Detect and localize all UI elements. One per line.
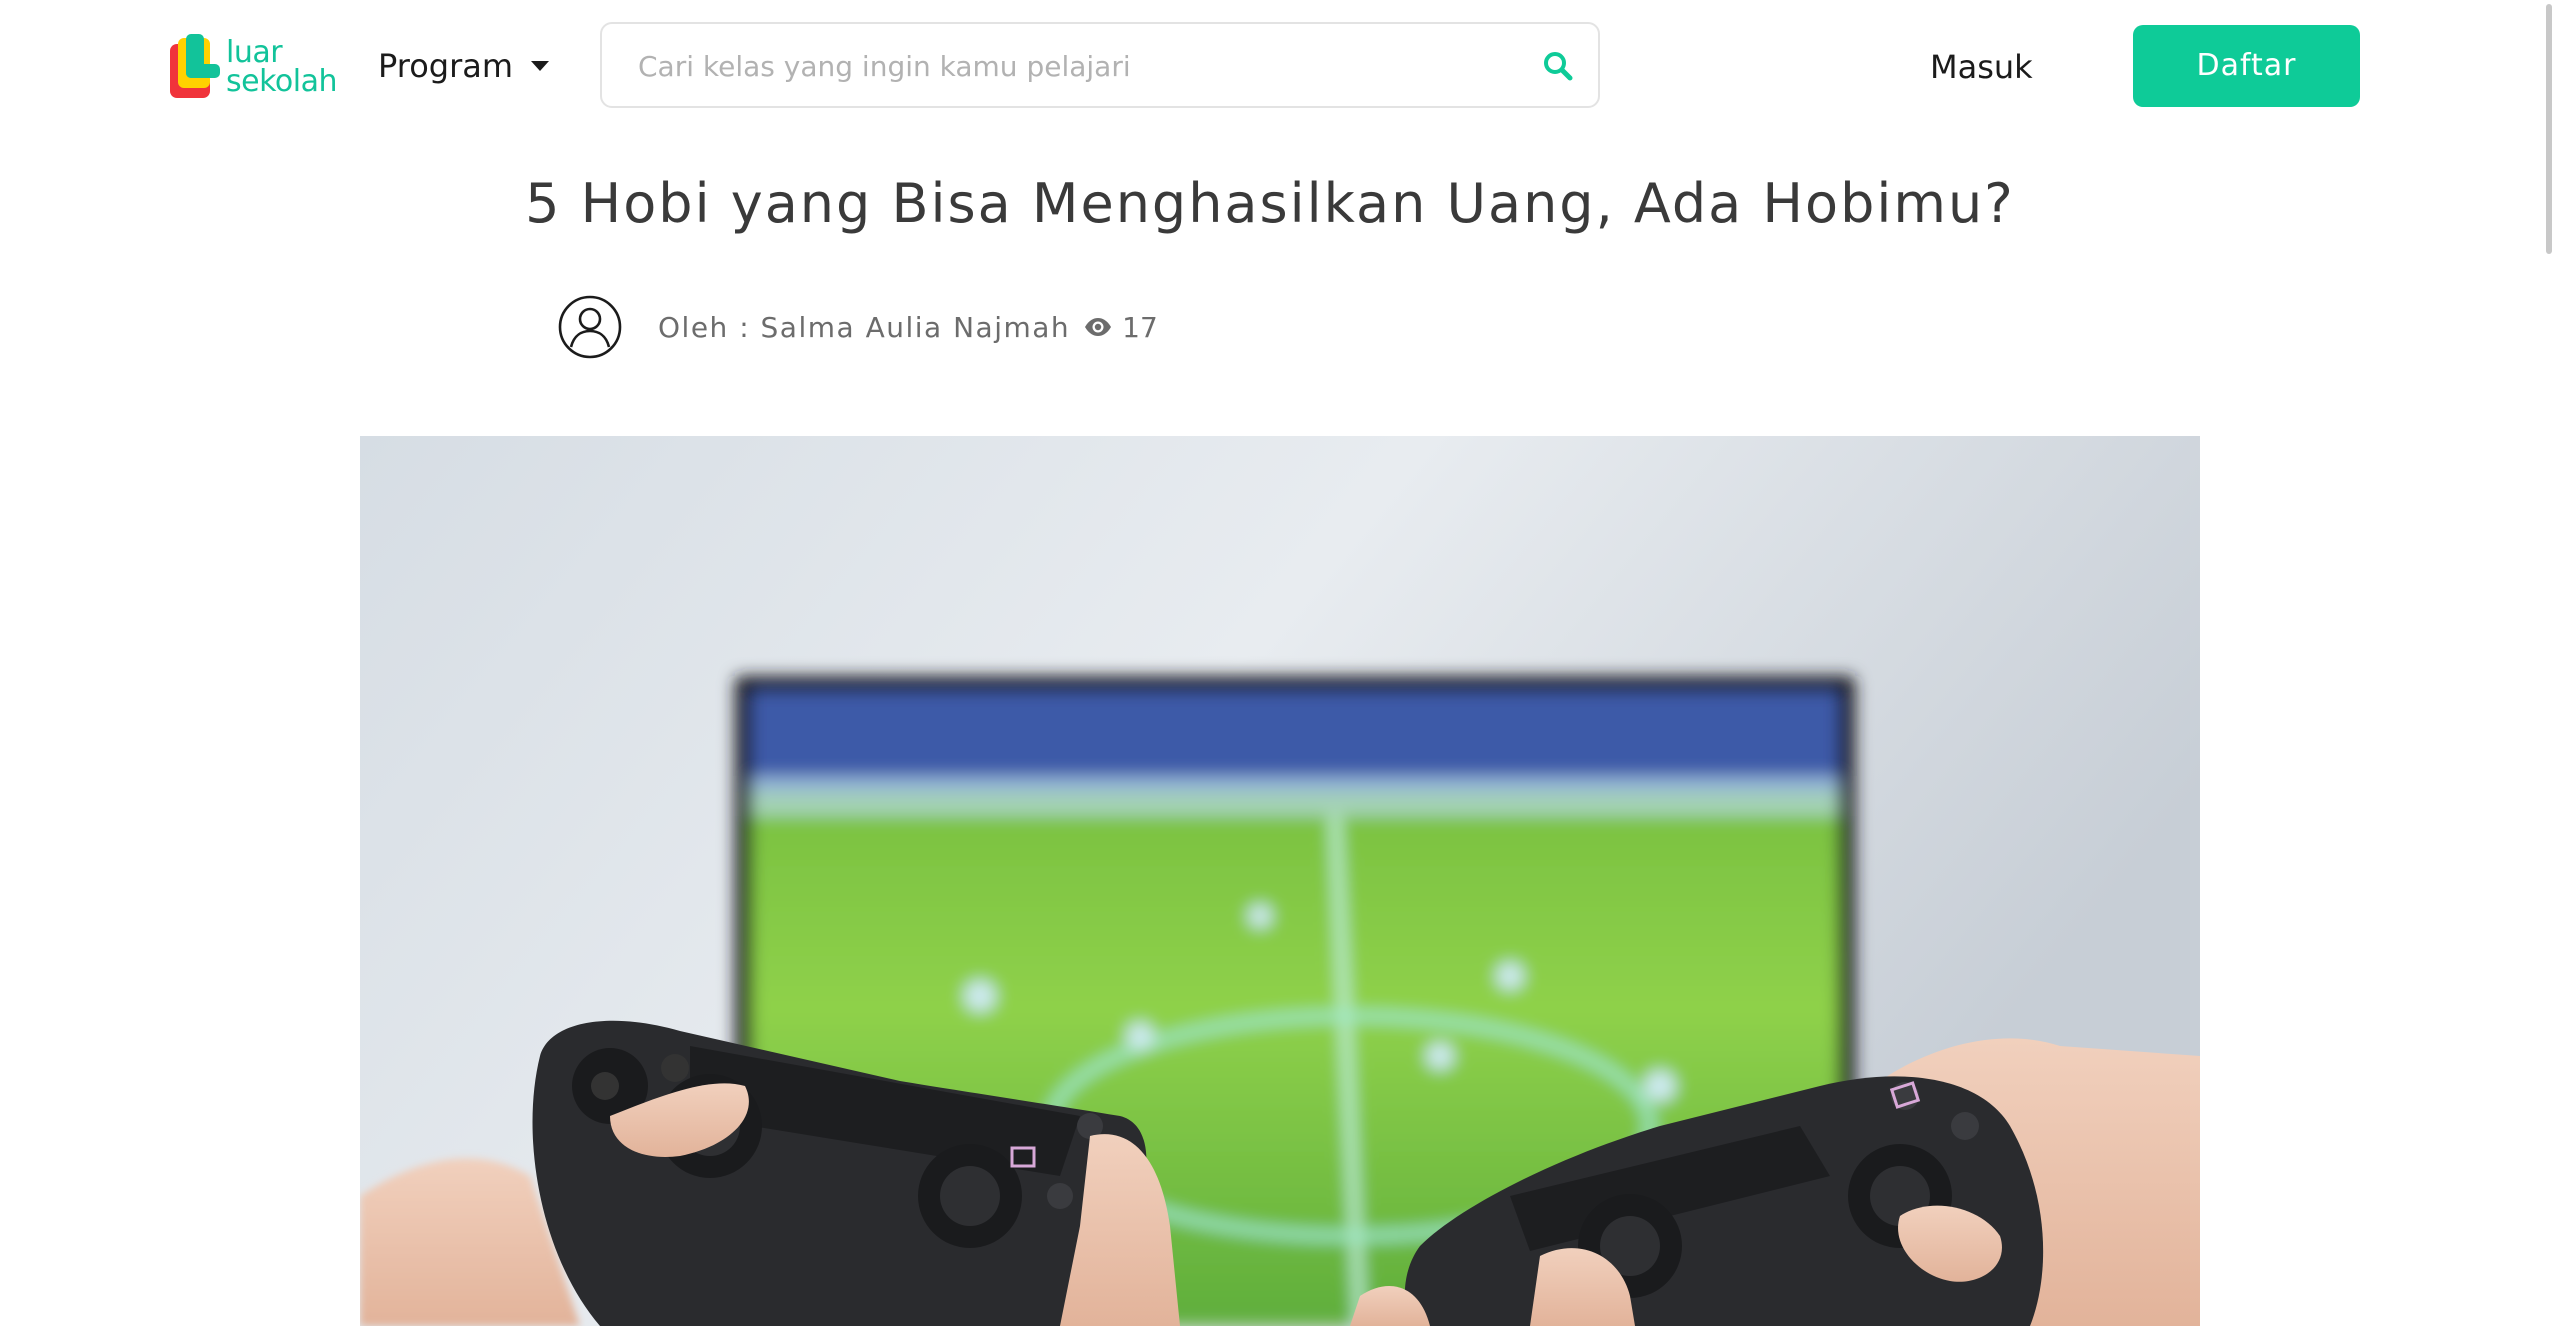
register-button[interactable]: Daftar [2133,25,2360,107]
author-name: Oleh : Salma Aulia Najmah [658,310,1071,344]
page: luar sekolah Program Masuk Daftar 5 Hobi… [0,0,2560,1326]
scrollbar-thumb[interactable] [2546,4,2552,254]
search-icon[interactable] [1542,50,1574,82]
login-link[interactable]: Masuk [1930,44,2033,90]
logo[interactable]: luar sekolah [170,34,337,98]
search-input[interactable] [636,40,1500,92]
user-circle-icon [558,295,622,359]
logo-mark-icon [170,34,220,98]
program-dropdown[interactable]: Program [378,44,550,88]
vertical-scrollbar[interactable] [2540,0,2560,1326]
article-hero-image [360,436,2200,1326]
caret-down-icon [531,61,550,71]
article-title: 5 Hobi yang Bisa Menghasilkan Uang, Ada … [525,172,2015,235]
eye-icon [1085,318,1112,336]
program-label: Program [378,47,514,85]
logo-line-2: sekolah [226,64,337,99]
logo-line-1: luar [226,35,283,70]
navbar: luar sekolah Program Masuk Daftar [0,0,2540,134]
view-count: 17 [1122,310,1158,344]
logo-wordmark: luar sekolah [226,35,337,99]
hero-illustration [360,436,2200,1326]
search-box [600,22,1600,108]
article-meta: Oleh : Salma Aulia Najmah 17 [558,295,1158,359]
